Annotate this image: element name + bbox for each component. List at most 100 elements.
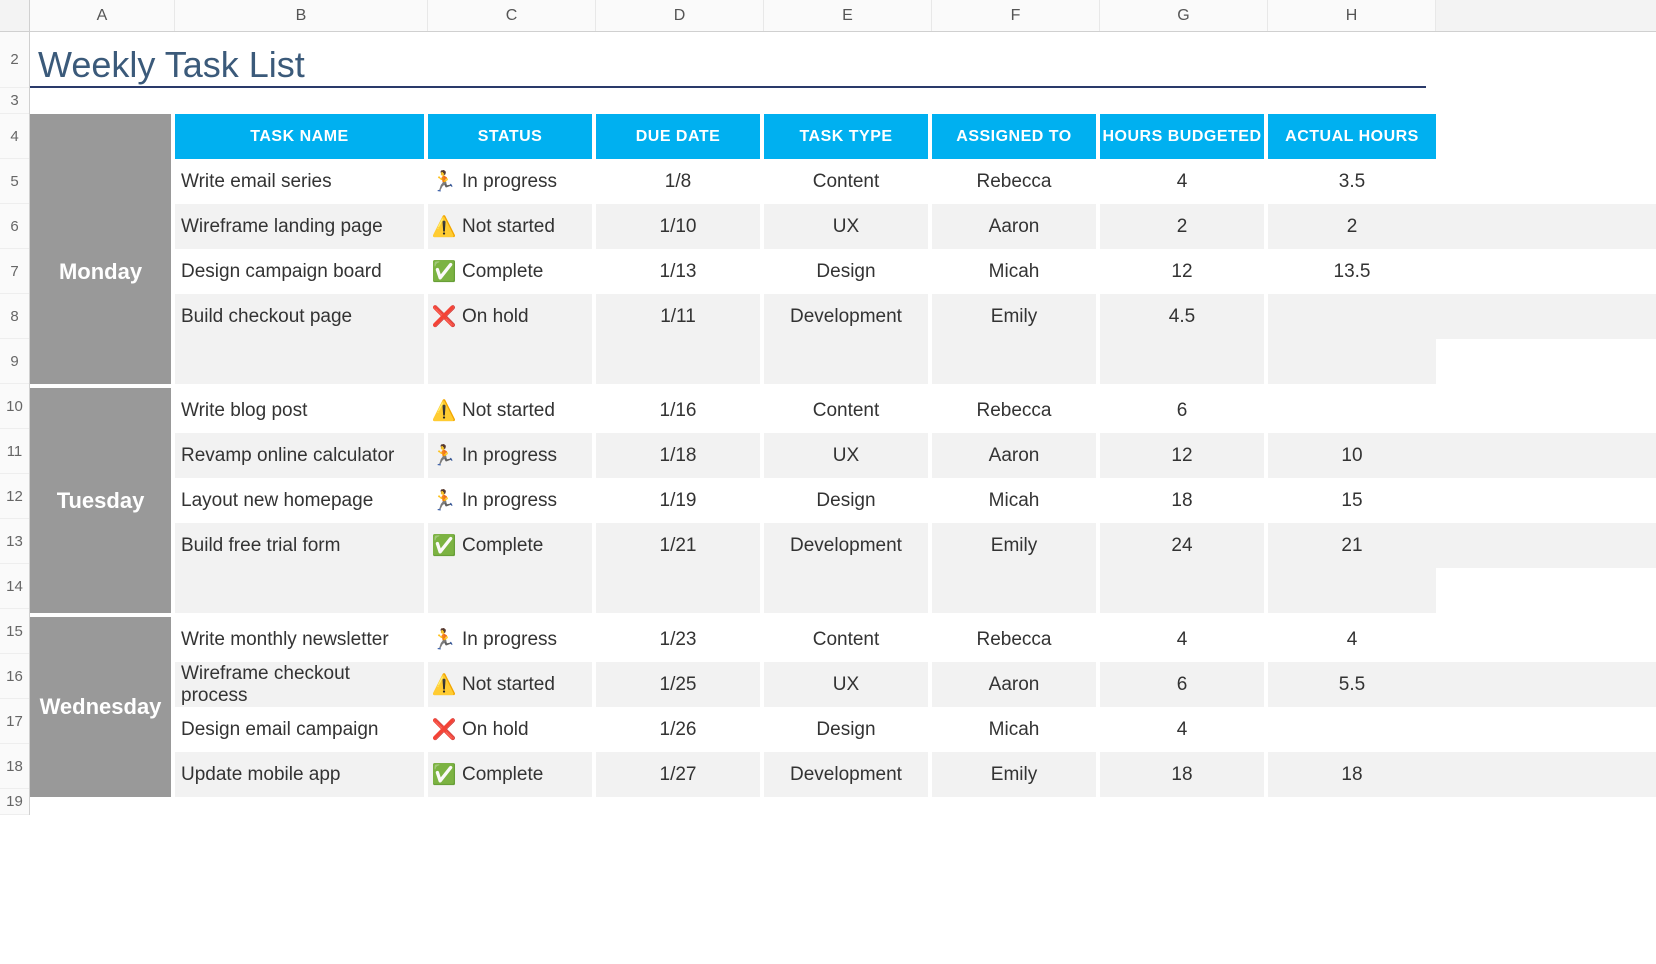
cell-due-date[interactable]: 1/16 bbox=[596, 388, 764, 433]
row-header[interactable]: 4 bbox=[0, 114, 29, 159]
corner-cell[interactable] bbox=[0, 0, 30, 31]
cell-status[interactable]: ✅Complete bbox=[428, 523, 596, 568]
cell-task-type[interactable]: Content bbox=[764, 617, 932, 662]
cell-status[interactable]: ✅Complete bbox=[428, 752, 596, 797]
cell-hours-budgeted[interactable]: 12 bbox=[1100, 249, 1268, 294]
header-assigned-to[interactable]: ASSIGNED TO bbox=[932, 114, 1100, 159]
cell-actual-hours[interactable]: 2 bbox=[1268, 204, 1436, 249]
cell-status[interactable]: ⚠️Not started bbox=[428, 388, 596, 433]
cell-actual-hours[interactable] bbox=[1268, 707, 1436, 752]
row-header[interactable]: 2 bbox=[0, 32, 29, 88]
cell-actual-hours[interactable]: 15 bbox=[1268, 478, 1436, 523]
cell-task-name[interactable]: Design email campaign bbox=[175, 707, 428, 752]
empty-row[interactable] bbox=[175, 339, 1656, 384]
header-task-type[interactable]: TASK TYPE bbox=[764, 114, 932, 159]
cell-status[interactable]: ✅Complete bbox=[428, 249, 596, 294]
cell-due-date[interactable]: 1/10 bbox=[596, 204, 764, 249]
cell-status[interactable]: ⚠️Not started bbox=[428, 204, 596, 249]
spacer-row[interactable] bbox=[30, 88, 1656, 114]
cell-due-date[interactable]: 1/21 bbox=[596, 523, 764, 568]
cell-status[interactable]: 🏃In progress bbox=[428, 159, 596, 204]
cell-actual-hours[interactable] bbox=[1268, 388, 1436, 433]
cell-due-date[interactable]: 1/8 bbox=[596, 159, 764, 204]
empty-cell[interactable] bbox=[932, 339, 1100, 384]
cell-due-date[interactable]: 1/13 bbox=[596, 249, 764, 294]
row-header[interactable]: 16 bbox=[0, 654, 29, 699]
cell-assigned-to[interactable]: Aaron bbox=[932, 662, 1100, 707]
cell-assigned-to[interactable]: Aaron bbox=[932, 433, 1100, 478]
cell-task-type[interactable]: UX bbox=[764, 204, 932, 249]
cell-due-date[interactable]: 1/11 bbox=[596, 294, 764, 339]
cell-task-name[interactable]: Revamp online calculator bbox=[175, 433, 428, 478]
cell-actual-hours[interactable]: 18 bbox=[1268, 752, 1436, 797]
header-hours-budgeted[interactable]: HOURS BUDGETED bbox=[1100, 114, 1268, 159]
empty-cell[interactable] bbox=[764, 568, 932, 613]
cell-hours-budgeted[interactable]: 18 bbox=[1100, 478, 1268, 523]
cell-task-name[interactable]: Layout new homepage bbox=[175, 478, 428, 523]
cell-actual-hours[interactable] bbox=[1268, 294, 1436, 339]
cell-hours-budgeted[interactable]: 4 bbox=[1100, 159, 1268, 204]
cell-task-name[interactable]: Wireframe landing page bbox=[175, 204, 428, 249]
cell-status[interactable]: 🏃In progress bbox=[428, 433, 596, 478]
cell-assigned-to[interactable]: Aaron bbox=[932, 204, 1100, 249]
cell-due-date[interactable]: 1/27 bbox=[596, 752, 764, 797]
cell-assigned-to[interactable]: Micah bbox=[932, 707, 1100, 752]
cell-hours-budgeted[interactable]: 18 bbox=[1100, 752, 1268, 797]
row-header[interactable]: 7 bbox=[0, 249, 29, 294]
cell-task-name[interactable]: Design campaign board bbox=[175, 249, 428, 294]
cell-hours-budgeted[interactable]: 12 bbox=[1100, 433, 1268, 478]
row-header[interactable]: 12 bbox=[0, 474, 29, 519]
cell-status[interactable]: 🏃In progress bbox=[428, 478, 596, 523]
cell-actual-hours[interactable]: 3.5 bbox=[1268, 159, 1436, 204]
row-header[interactable]: 13 bbox=[0, 519, 29, 564]
empty-cell[interactable] bbox=[1268, 568, 1436, 613]
cell-assigned-to[interactable]: Rebecca bbox=[932, 617, 1100, 662]
col-header-E[interactable]: E bbox=[764, 0, 932, 31]
cell-due-date[interactable]: 1/26 bbox=[596, 707, 764, 752]
col-header-F[interactable]: F bbox=[932, 0, 1100, 31]
cell-actual-hours[interactable]: 5.5 bbox=[1268, 662, 1436, 707]
col-header-B[interactable]: B bbox=[175, 0, 428, 31]
col-header-D[interactable]: D bbox=[596, 0, 764, 31]
cell-actual-hours[interactable]: 13.5 bbox=[1268, 249, 1436, 294]
col-header-H[interactable]: H bbox=[1268, 0, 1436, 31]
cell-task-name[interactable]: Build free trial form bbox=[175, 523, 428, 568]
cell-actual-hours[interactable]: 21 bbox=[1268, 523, 1436, 568]
empty-cell[interactable] bbox=[596, 339, 764, 384]
empty-cell[interactable] bbox=[932, 568, 1100, 613]
empty-row[interactable] bbox=[175, 568, 1656, 613]
cell-task-type[interactable]: UX bbox=[764, 662, 932, 707]
empty-cell[interactable] bbox=[175, 568, 428, 613]
empty-cell[interactable] bbox=[175, 339, 428, 384]
cell-task-type[interactable]: Development bbox=[764, 294, 932, 339]
cell-status[interactable]: 🏃In progress bbox=[428, 617, 596, 662]
cell-hours-budgeted[interactable]: 4 bbox=[1100, 707, 1268, 752]
cell-task-name[interactable]: Wireframe checkout process bbox=[175, 662, 428, 707]
cell-task-name[interactable]: Build checkout page bbox=[175, 294, 428, 339]
header-status[interactable]: STATUS bbox=[428, 114, 596, 159]
cell-assigned-to[interactable]: Rebecca bbox=[932, 159, 1100, 204]
cell-assigned-to[interactable]: Emily bbox=[932, 523, 1100, 568]
cell-hours-budgeted[interactable]: 4.5 bbox=[1100, 294, 1268, 339]
cell-assigned-to[interactable]: Micah bbox=[932, 478, 1100, 523]
empty-cell[interactable] bbox=[428, 339, 596, 384]
row-header[interactable]: 10 bbox=[0, 384, 29, 429]
cell-hours-budgeted[interactable]: 6 bbox=[1100, 662, 1268, 707]
cell-status[interactable]: ❌On hold bbox=[428, 707, 596, 752]
cell-assigned-to[interactable]: Rebecca bbox=[932, 388, 1100, 433]
cell-due-date[interactable]: 1/19 bbox=[596, 478, 764, 523]
cell-task-type[interactable]: Content bbox=[764, 159, 932, 204]
empty-cell[interactable] bbox=[1100, 568, 1268, 613]
cell-assigned-to[interactable]: Micah bbox=[932, 249, 1100, 294]
cell-task-type[interactable]: Design bbox=[764, 478, 932, 523]
cell-status[interactable]: ⚠️Not started bbox=[428, 662, 596, 707]
cell-hours-budgeted[interactable]: 24 bbox=[1100, 523, 1268, 568]
cell-task-type[interactable]: Development bbox=[764, 523, 932, 568]
cell-actual-hours[interactable]: 10 bbox=[1268, 433, 1436, 478]
cell-due-date[interactable]: 1/25 bbox=[596, 662, 764, 707]
row-header[interactable]: 19 bbox=[0, 789, 29, 815]
cell-task-name[interactable]: Update mobile app bbox=[175, 752, 428, 797]
row-header[interactable]: 14 bbox=[0, 564, 29, 609]
col-header-A[interactable]: A bbox=[30, 0, 175, 31]
row-header[interactable]: 5 bbox=[0, 159, 29, 204]
